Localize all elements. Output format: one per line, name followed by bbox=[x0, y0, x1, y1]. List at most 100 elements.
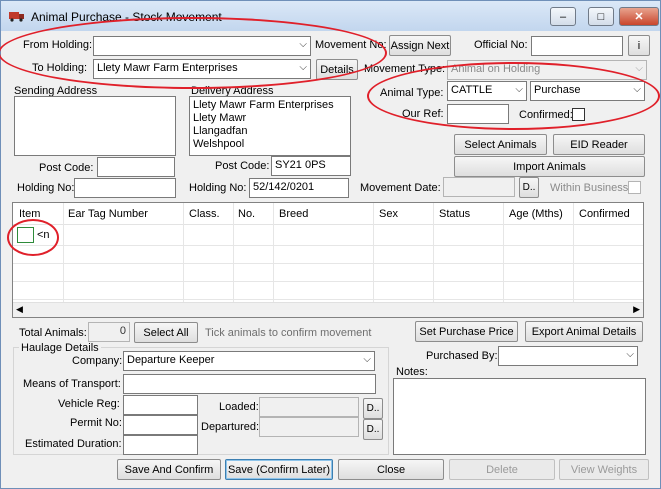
delivery-address-line: Llety Mawr bbox=[193, 112, 247, 124]
within-business-checkbox[interactable] bbox=[628, 181, 641, 194]
loaded-date-picker-button[interactable]: D.. bbox=[363, 398, 383, 419]
column-header-breed[interactable]: Breed bbox=[279, 208, 308, 220]
delivery-address-line: Llety Mawr Farm Enterprises bbox=[193, 99, 334, 111]
info-button[interactable]: i bbox=[628, 35, 650, 56]
estimated-duration-label: Estimated Duration: bbox=[25, 438, 122, 450]
sending-address-textbox[interactable] bbox=[14, 96, 176, 156]
movement-no-label: Movement No: bbox=[315, 39, 387, 51]
delete-button[interactable]: Delete bbox=[449, 459, 555, 480]
within-business-label: Within Business bbox=[550, 182, 629, 194]
from-holding-combo[interactable]: ⌵ bbox=[93, 36, 311, 56]
new-row-checkbox[interactable] bbox=[17, 227, 34, 243]
loaded-input[interactable] bbox=[259, 397, 359, 417]
chevron-down-icon: ⌵ bbox=[515, 84, 523, 95]
column-divider bbox=[573, 203, 574, 302]
to-holding-label: To Holding: bbox=[32, 62, 88, 74]
purchased-by-combo[interactable]: ⌵ bbox=[498, 346, 638, 366]
estimated-duration-input[interactable] bbox=[123, 435, 198, 455]
save-confirm-later-button[interactable]: Save (Confirm Later) bbox=[225, 459, 333, 480]
animal-type-label: Animal Type: bbox=[380, 87, 444, 99]
confirmed-checkbox[interactable] bbox=[572, 108, 585, 121]
animals-grid[interactable]: Item Ear Tag Number Class. No. Breed Sex… bbox=[12, 202, 644, 318]
truck-icon bbox=[9, 12, 24, 22]
sending-post-code-input[interactable] bbox=[97, 157, 175, 177]
movement-date-picker-button[interactable]: D.. bbox=[519, 177, 539, 198]
permit-no-label: Permit No: bbox=[70, 417, 122, 429]
chevron-down-icon: ⌵ bbox=[363, 354, 371, 365]
delivery-address-line: Welshpool bbox=[193, 138, 245, 150]
animal-type-combo[interactable]: CATTLE ⌵ bbox=[447, 81, 527, 101]
chevron-down-icon: ⌵ bbox=[635, 63, 643, 74]
scroll-left-icon[interactable]: ◀ bbox=[16, 304, 23, 315]
delivery-address-textbox[interactable]: Llety Mawr Farm Enterprises Llety Mawr L… bbox=[189, 96, 351, 156]
minimize-button[interactable]: – bbox=[550, 7, 576, 26]
close-window-button[interactable]: ✕ bbox=[619, 7, 659, 26]
delivery-post-code-input[interactable]: SY21 0PS bbox=[271, 156, 351, 176]
select-all-button[interactable]: Select All bbox=[134, 322, 198, 343]
to-holding-combo[interactable]: Llety Mawr Farm Enterprises ⌵ bbox=[93, 59, 311, 79]
save-and-confirm-button[interactable]: Save And Confirm bbox=[117, 459, 221, 480]
delivery-post-code-label: Post Code: bbox=[215, 160, 270, 172]
column-header-status[interactable]: Status bbox=[439, 208, 470, 220]
close-button[interactable]: Close bbox=[338, 459, 444, 480]
maximize-button[interactable]: □ bbox=[588, 7, 614, 26]
vehicle-reg-input[interactable] bbox=[123, 395, 198, 415]
purchase-type-combo[interactable]: Purchase ⌵ bbox=[530, 81, 645, 101]
column-header-ear-tag-number[interactable]: Ear Tag Number bbox=[68, 208, 148, 220]
sending-post-code-label: Post Code: bbox=[39, 162, 94, 174]
select-animals-button[interactable]: Select Animals bbox=[454, 134, 547, 155]
delivery-address-line: Llangadfan bbox=[193, 125, 248, 137]
official-no-input[interactable] bbox=[531, 36, 623, 56]
departured-input[interactable] bbox=[259, 417, 359, 437]
scroll-right-icon[interactable]: ▶ bbox=[633, 304, 640, 315]
movement-type-label: Movement Type: bbox=[364, 63, 446, 75]
title-bar: Animal Purchase - Stock Movement – □ ✕ bbox=[1, 1, 660, 31]
permit-no-input[interactable] bbox=[123, 415, 198, 435]
chevron-down-icon: ⌵ bbox=[633, 84, 641, 95]
total-animals-label: Total Animals: bbox=[19, 327, 87, 339]
details-button[interactable]: Details bbox=[316, 59, 358, 80]
row-divider bbox=[13, 245, 643, 246]
haulage-details-label: Haulage Details bbox=[19, 342, 101, 354]
row-divider bbox=[13, 299, 643, 300]
column-header-confirmed[interactable]: Confirmed bbox=[579, 208, 630, 220]
notes-label: Notes: bbox=[396, 366, 428, 378]
window-title: Animal Purchase - Stock Movement bbox=[31, 10, 222, 24]
our-ref-input[interactable] bbox=[447, 104, 509, 124]
notes-textbox[interactable] bbox=[393, 378, 646, 455]
column-header-item[interactable]: Item bbox=[19, 208, 40, 220]
delivery-holding-no-input[interactable]: 52/142/0201 bbox=[249, 178, 349, 198]
assign-next-button[interactable]: Assign Next bbox=[389, 35, 451, 56]
column-divider bbox=[503, 203, 504, 302]
column-header-age[interactable]: Age (Mths) bbox=[509, 208, 563, 220]
column-divider bbox=[63, 203, 64, 302]
column-divider bbox=[373, 203, 374, 302]
column-divider bbox=[433, 203, 434, 302]
import-animals-button[interactable]: Import Animals bbox=[454, 156, 645, 177]
chevron-down-icon: ⌵ bbox=[299, 62, 307, 73]
column-header-class[interactable]: Class. bbox=[189, 208, 220, 220]
purchased-by-label: Purchased By: bbox=[426, 350, 498, 362]
confirm-hint: Tick animals to confirm movement bbox=[205, 327, 372, 339]
departured-date-picker-button[interactable]: D.. bbox=[363, 419, 383, 440]
company-label: Company: bbox=[72, 355, 123, 367]
vehicle-reg-label: Vehicle Reg: bbox=[58, 398, 120, 410]
eid-reader-button[interactable]: EID Reader bbox=[553, 134, 645, 155]
set-purchase-price-button[interactable]: Set Purchase Price bbox=[415, 321, 518, 342]
column-divider bbox=[183, 203, 184, 302]
view-weights-button[interactable]: View Weights bbox=[559, 459, 649, 480]
means-of-transport-input[interactable] bbox=[123, 374, 376, 394]
column-header-no[interactable]: No. bbox=[238, 208, 255, 220]
movement-date-label: Movement Date: bbox=[360, 182, 441, 194]
minimize-icon: – bbox=[559, 10, 567, 23]
official-no-label: Official No: bbox=[474, 39, 528, 51]
sending-holding-no-input[interactable] bbox=[74, 178, 176, 198]
movement-date-input[interactable] bbox=[443, 177, 515, 197]
company-combo[interactable]: Departure Keeper ⌵ bbox=[123, 351, 375, 371]
export-animal-details-button[interactable]: Export Animal Details bbox=[525, 321, 643, 342]
grid-horizontal-scrollbar[interactable]: ◀ ▶ bbox=[13, 302, 643, 317]
row-divider bbox=[13, 263, 643, 264]
movement-type-combo[interactable]: Animal on Holding ⌵ bbox=[447, 60, 647, 80]
column-header-sex[interactable]: Sex bbox=[379, 208, 398, 220]
our-ref-label: Our Ref: bbox=[402, 108, 444, 120]
